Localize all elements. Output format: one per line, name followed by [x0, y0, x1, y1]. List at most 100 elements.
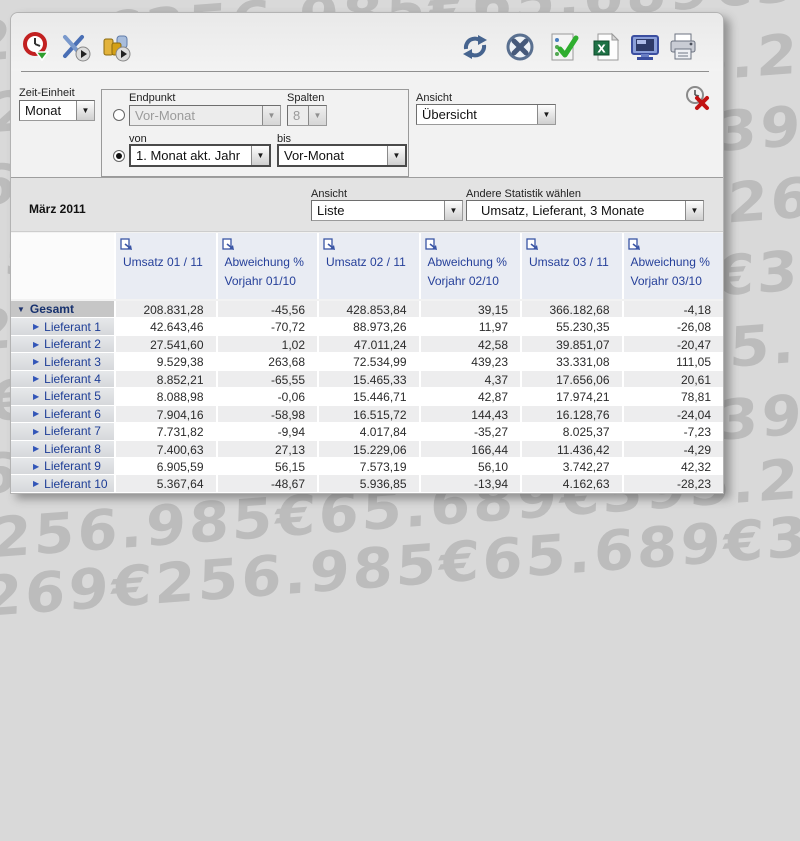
- ansicht2-select[interactable]: Liste ▼: [311, 200, 463, 221]
- expand-triangle-icon[interactable]: ▶: [33, 340, 39, 349]
- data-cell: 33.331,08: [522, 353, 624, 371]
- column-sort-icon[interactable]: [120, 238, 133, 251]
- row-label-text: Gesamt: [29, 302, 74, 317]
- row-label-lieferant-3[interactable]: ▶ Lieferant 3: [11, 353, 116, 371]
- table-row: ▶ Lieferant 10 5.367,64 -48,67 5.936,85 -13,9…: [11, 475, 723, 493]
- data-cell: 166,44: [420, 440, 522, 458]
- data-cell: 17.974,21: [522, 388, 624, 406]
- expand-triangle-icon[interactable]: ▶: [33, 462, 39, 471]
- data-cell: 42,87: [420, 388, 522, 406]
- spalten-select[interactable]: 8 ▼: [287, 105, 327, 126]
- expand-triangle-icon[interactable]: ▶: [33, 374, 39, 383]
- row-label-lieferant-10[interactable]: ▶ Lieferant 10: [11, 475, 116, 493]
- data-cell: 7.904,16: [116, 405, 218, 424]
- refresh-icon[interactable]: [459, 31, 491, 63]
- column-sort-icon[interactable]: [323, 238, 336, 251]
- endpoint-radio[interactable]: [113, 109, 125, 121]
- data-cell: 263,68: [217, 353, 319, 371]
- column-title-line2: Vorjahr 02/10: [427, 274, 499, 288]
- row-label-lieferant-2[interactable]: ▶ Lieferant 2: [11, 335, 116, 354]
- print-icon[interactable]: [667, 31, 699, 63]
- row-label-lieferant-4[interactable]: ▶ Lieferant 4: [11, 370, 116, 389]
- data-stock-icon[interactable]: [100, 31, 132, 63]
- column-header[interactable]: Abweichung % Vorjahr 01/10: [217, 233, 319, 299]
- column-header[interactable]: Umsatz 01 / 11: [116, 233, 218, 299]
- chevron-down-icon[interactable]: ▼: [685, 201, 703, 220]
- column-header[interactable]: Umsatz 03 / 11: [522, 233, 624, 299]
- expand-triangle-icon[interactable]: ▶: [33, 479, 39, 488]
- column-title-line2: Vorjahr 01/10: [224, 274, 296, 288]
- ansicht-select[interactable]: Übersicht ▼: [416, 104, 556, 125]
- column-title-line1: Abweichung %: [224, 255, 304, 269]
- table-header: Umsatz 01 / 11 Abweichung % Vorjahr 01/10 U…: [11, 233, 723, 299]
- analysis-tools-icon[interactable]: [60, 31, 92, 63]
- row-label-lieferant-1[interactable]: ▶ Lieferant 1: [11, 318, 116, 336]
- chevron-down-icon[interactable]: ▼: [537, 105, 555, 124]
- column-title-line1: Umsatz 03 / 11: [529, 255, 609, 269]
- statistik-label: Andere Statistik wählen: [466, 188, 581, 200]
- screen-view-icon[interactable]: [629, 31, 661, 63]
- row-label-lieferant-9[interactable]: ▶ Lieferant 9: [11, 457, 116, 476]
- row-label-lieferant-6[interactable]: ▶ Lieferant 6: [11, 405, 116, 424]
- row-label-text: Lieferant 2: [44, 337, 101, 352]
- chevron-down-icon[interactable]: ▼: [76, 101, 94, 120]
- column-header[interactable]: Abweichung % Vorjahr 02/10: [420, 233, 522, 299]
- data-cell: 11.436,42: [522, 440, 624, 458]
- column-sort-icon[interactable]: [424, 238, 438, 251]
- expand-triangle-icon[interactable]: ▶: [33, 392, 39, 401]
- data-cell: 439,23: [420, 353, 522, 371]
- data-cell: 8.088,98: [116, 388, 218, 406]
- row-label-text: Lieferant 1: [44, 319, 101, 334]
- row-label-lieferant-8[interactable]: ▶ Lieferant 8: [11, 440, 116, 458]
- table-row: ▼ Gesamt 208.831,28 -45,56 428.853,84 39,15 36…: [11, 301, 723, 319]
- data-cell: 4,37: [420, 370, 522, 389]
- data-cell: 55.230,35: [522, 318, 624, 336]
- column-sort-icon[interactable]: [627, 238, 641, 251]
- row-label-lieferant-5[interactable]: ▶ Lieferant 5: [11, 388, 116, 406]
- column-header[interactable]: Abweichung % Vorjahr 03/10: [623, 233, 723, 299]
- data-cell: -58,98: [217, 405, 319, 424]
- expand-triangle-icon[interactable]: ▶: [33, 357, 39, 366]
- cancel-icon[interactable]: [504, 31, 536, 63]
- bis-select[interactable]: Vor-Monat ▼: [277, 144, 407, 167]
- collapse-triangle-icon[interactable]: ▼: [17, 305, 25, 314]
- chevron-down-icon[interactable]: ▼: [262, 106, 280, 125]
- data-cell: 16.128,76: [522, 405, 624, 424]
- current-period: März 2011: [29, 202, 86, 216]
- row-label-gesamt[interactable]: ▼ Gesamt: [11, 301, 116, 319]
- validate-list-icon[interactable]: [548, 31, 580, 63]
- range-radio[interactable]: [113, 150, 125, 162]
- data-cell: 5.367,64: [116, 475, 218, 493]
- data-cell: 17.656,06: [522, 370, 624, 389]
- data-cell: -70,72: [217, 318, 319, 336]
- excel-export-icon[interactable]: X: [590, 31, 622, 63]
- data-cell: 11,97: [420, 318, 522, 336]
- expand-triangle-icon[interactable]: ▶: [33, 409, 39, 418]
- expand-triangle-icon[interactable]: ▶: [33, 322, 39, 331]
- column-header[interactable]: Umsatz 02 / 11: [319, 233, 421, 299]
- chevron-down-icon[interactable]: ▼: [444, 201, 462, 220]
- row-label-lieferant-7[interactable]: ▶ Lieferant 7: [11, 423, 116, 441]
- data-cell: 39.851,07: [522, 335, 624, 354]
- endpunkt-select[interactable]: Vor-Monat ▼: [129, 105, 281, 126]
- row-label-text: Lieferant 7: [44, 424, 101, 439]
- chevron-down-icon[interactable]: ▼: [387, 146, 405, 165]
- data-cell: 15.229,06: [319, 440, 421, 458]
- statistik-select[interactable]: Umsatz, Lieferant, 3 Monate ▼: [466, 200, 704, 221]
- expand-triangle-icon[interactable]: ▶: [33, 427, 39, 436]
- clock-cancel-icon[interactable]: [684, 85, 710, 111]
- time-period-icon[interactable]: [21, 31, 53, 63]
- statistics-panel: X Zeit-Einheit Monat ▼ Endpunkt Vor-Mona…: [10, 12, 724, 494]
- data-cell: 9.529,38: [116, 353, 218, 371]
- data-cell: -9,94: [217, 423, 319, 441]
- data-cell: -48,67: [217, 475, 319, 493]
- chevron-down-icon[interactable]: ▼: [308, 106, 326, 125]
- chevron-down-icon[interactable]: ▼: [251, 146, 269, 165]
- zeit-einheit-select[interactable]: Monat ▼: [19, 100, 95, 121]
- data-cell: 7.573,19: [319, 457, 421, 476]
- data-cell: 72.534,99: [319, 353, 421, 371]
- von-select[interactable]: 1. Monat akt. Jahr ▼: [129, 144, 271, 167]
- column-sort-icon[interactable]: [526, 238, 539, 251]
- column-sort-icon[interactable]: [221, 238, 235, 251]
- expand-triangle-icon[interactable]: ▶: [33, 444, 39, 453]
